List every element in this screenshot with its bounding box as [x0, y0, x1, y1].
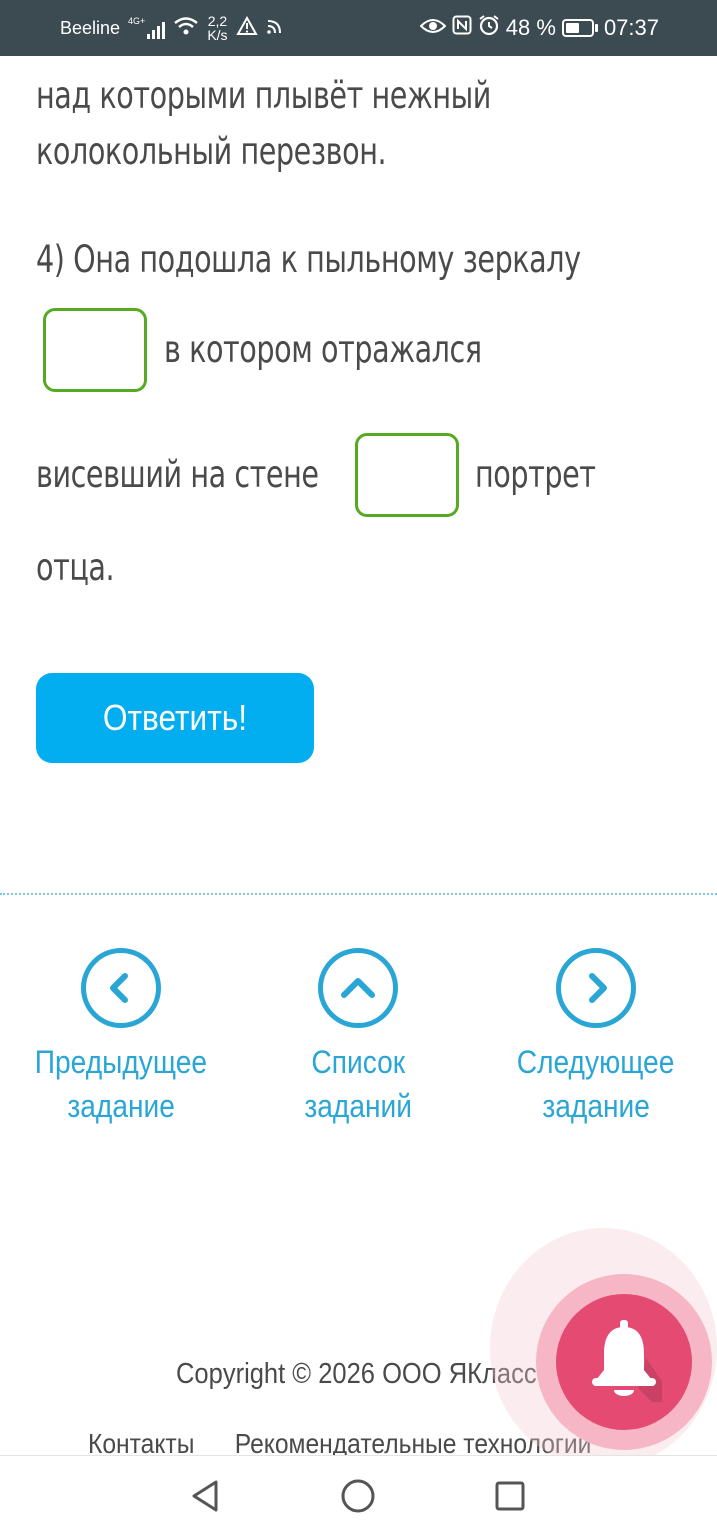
carrier-name: Beeline — [60, 17, 121, 38]
task-list-link[interactable]: Список заданий — [238, 948, 478, 1128]
divider — [0, 893, 717, 895]
prev-task-link[interactable]: Предыдущее задание — [1, 948, 241, 1128]
text-line: в котором отражался — [164, 328, 482, 371]
text-line: портрет — [475, 453, 596, 496]
recents-icon[interactable] — [490, 1476, 530, 1516]
notification-button[interactable] — [556, 1294, 692, 1430]
chevron-left-icon — [81, 948, 161, 1028]
signal-icon: 4G+ — [128, 16, 166, 39]
battery-icon — [561, 19, 598, 37]
next-task-link[interactable]: Следующее задание — [476, 948, 716, 1128]
warning-icon — [235, 15, 258, 41]
home-icon[interactable] — [338, 1476, 378, 1516]
nfc-icon — [452, 15, 472, 41]
copyright-text: Copyright © 2026 ООО ЯКласс — [176, 1358, 537, 1390]
answer-button-label: Ответить! — [102, 697, 248, 738]
alarm-icon — [478, 14, 500, 42]
text-line: висевший на стене — [36, 453, 319, 496]
text-line: колокольный перезвон. — [36, 130, 387, 173]
wifi-icon — [173, 16, 199, 41]
back-icon[interactable] — [185, 1476, 225, 1516]
status-right: 48 % 07:37 — [419, 14, 659, 42]
question-line: 4) Она подошла к пыльному зеркалу — [36, 238, 581, 281]
chevron-up-icon — [318, 948, 398, 1028]
network-type: 4G+ — [128, 16, 146, 26]
eye-icon — [419, 15, 447, 41]
battery-percent: 48 % — [505, 15, 556, 40]
status-bar: Beeline 4G+ 2,2 K/s 48 % 07:37 — [0, 0, 717, 56]
bell-icon — [586, 1318, 676, 1426]
cast-icon — [266, 17, 284, 40]
text-line: отца. — [36, 546, 115, 589]
chevron-right-icon — [556, 948, 636, 1028]
text-line: над которыми плывёт нежный — [36, 74, 491, 117]
status-left: Beeline 4G+ 2,2 K/s — [60, 14, 284, 42]
system-nav-bar — [0, 1455, 717, 1536]
answer-button[interactable]: Ответить! — [36, 673, 314, 763]
answer-gap-2[interactable] — [355, 433, 459, 517]
clock: 07:37 — [603, 15, 659, 40]
network-speed: 2,2 K/s — [207, 13, 228, 43]
answer-gap-1[interactable] — [43, 308, 147, 392]
